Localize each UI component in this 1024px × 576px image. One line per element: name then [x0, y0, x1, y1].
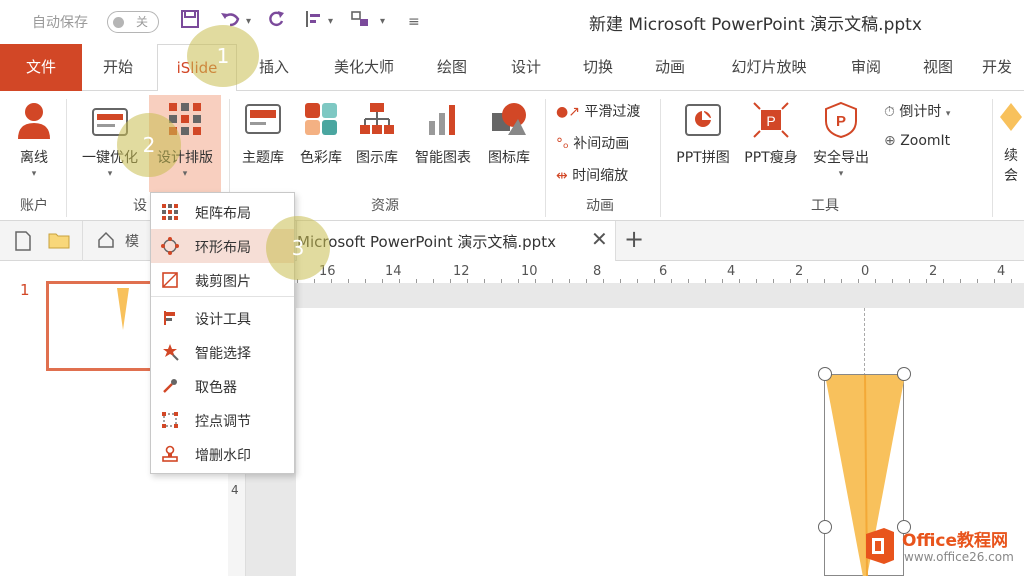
group-label-account: 账户: [20, 198, 48, 214]
magic-wand-icon: [161, 343, 179, 361]
collage-icon: [684, 101, 722, 143]
close-tab-icon[interactable]: ✕: [591, 227, 608, 251]
powerpoint-window: 自动保存 关 ▾ ▾ ▾ ≡ 新建 Microsoft PowerPoint 演…: [0, 0, 1024, 576]
time-scale-button[interactable]: ⇹ 时间缩放: [556, 165, 628, 185]
svg-text:P: P: [766, 113, 775, 129]
svg-text:P: P: [836, 113, 846, 130]
color-library-button[interactable]: 色彩库: [294, 91, 348, 191]
document-title: 新建 Microsoft PowerPoint 演示文稿.pptx: [589, 15, 922, 35]
crop-icon: [161, 271, 179, 289]
group-label-tools: 工具: [811, 198, 839, 214]
title-bar: 自动保存 关 ▾ ▾ ▾ ≡ 新建 Microsoft PowerPoint 演…: [0, 0, 1024, 44]
countdown-button[interactable]: ⏱ 倒计时 ▾: [884, 101, 950, 121]
menu-item-handle-adjust[interactable]: 控点调节: [151, 403, 294, 437]
doc-tab-active[interactable]: Microsoft PowerPoint 演示文稿.pptx ✕: [296, 221, 616, 261]
ppt-collage-button[interactable]: PPT拼图: [670, 91, 736, 191]
customize-qat-icon[interactable]: ≡: [408, 8, 420, 36]
continue-button[interactable]: 续 会: [998, 91, 1024, 191]
safe-export-dropdown-icon: ▾: [838, 169, 844, 179]
safe-export-button[interactable]: P 安全导出 ▾: [806, 91, 876, 191]
tab-animations[interactable]: 动画: [642, 44, 698, 91]
bar-chart-icon: [425, 101, 461, 141]
eyedropper-icon: [161, 377, 179, 395]
autosave-toggle[interactable]: 关: [107, 11, 159, 33]
timer-icon: ⏱: [884, 104, 895, 120]
resize-handle-ml[interactable]: [818, 520, 832, 534]
tab-developer[interactable]: 开发: [982, 44, 1024, 91]
redo-icon[interactable]: [266, 8, 286, 36]
resize-handle-tl[interactable]: [818, 367, 832, 381]
zoomit-button[interactable]: ⊕ ZoomIt: [884, 133, 950, 149]
tab-file[interactable]: 文件: [0, 44, 82, 91]
save-icon[interactable]: [180, 8, 200, 36]
site-watermark: Office教程网 www.office26.com: [860, 520, 1024, 576]
ppt-slim-button[interactable]: P PPT瘦身: [738, 91, 804, 191]
handle-adjust-icon: [161, 411, 179, 429]
horizontal-ruler[interactable]: 16 14 12 10 8 6 4 2 0 2 4: [297, 261, 1024, 283]
menu-item-matrix-layout[interactable]: 矩阵布局: [151, 195, 294, 229]
arrange-dropdown-icon[interactable]: ▾: [380, 8, 385, 36]
menu-item-watermark[interactable]: 增删水印: [151, 437, 294, 471]
step-marker-2: 2: [117, 113, 181, 177]
stamp-icon: [161, 445, 179, 463]
add-tab-icon[interactable]: +: [624, 225, 644, 253]
group-label-design: 设: [133, 198, 147, 214]
theme-library-button[interactable]: 主题库: [236, 91, 290, 191]
resize-handle-tr[interactable]: [897, 367, 911, 381]
tab-home[interactable]: 开始: [88, 44, 148, 91]
warning-icon: [998, 101, 1024, 137]
folder-icon[interactable]: [48, 231, 70, 253]
smart-chart-button[interactable]: 智能图表: [408, 91, 478, 191]
office-logo-icon: [862, 526, 898, 570]
tab-draw[interactable]: 绘图: [424, 44, 480, 91]
menu-item-design-tools[interactable]: 设计工具: [151, 301, 294, 335]
doc-tab-templates[interactable]: 模: [82, 221, 152, 261]
step-marker-3: 3: [266, 216, 330, 280]
align-icon[interactable]: [304, 8, 324, 36]
menu-item-smart-select[interactable]: 智能选择: [151, 335, 294, 369]
smooth-transition-icon: ●↗: [556, 104, 580, 120]
shapes-icon: [490, 101, 528, 141]
countdown-dropdown-icon: ▾: [945, 109, 951, 119]
autosave-label: 自动保存: [32, 15, 88, 31]
home-icon: [97, 231, 115, 253]
ring-icon: [161, 237, 179, 255]
user-icon: [16, 101, 52, 145]
align-dropdown-icon[interactable]: ▾: [328, 8, 333, 36]
shield-icon: P: [824, 101, 858, 143]
tween-icon: °ₒ: [556, 136, 569, 152]
slide-number: 1: [20, 281, 30, 299]
icon-library-button[interactable]: 图标库: [482, 91, 536, 191]
diagram-library-button[interactable]: 图示库: [350, 91, 404, 191]
org-chart-icon: [358, 101, 396, 141]
tab-design[interactable]: 设计: [498, 44, 554, 91]
smooth-transition-button[interactable]: ●↗ 平滑过渡: [556, 101, 640, 121]
step-marker-1: 1: [187, 25, 259, 87]
matrix-icon: [161, 203, 179, 221]
tab-transitions[interactable]: 切换: [570, 44, 626, 91]
group-label-resources: 资源: [371, 198, 399, 214]
offline-button[interactable]: 离线 ▾: [8, 91, 60, 191]
offline-dropdown-icon: ▾: [31, 169, 37, 179]
arrange-icon[interactable]: [350, 8, 372, 36]
tab-slideshow[interactable]: 幻灯片放映: [716, 44, 822, 91]
group-label-animation: 动画: [586, 198, 614, 214]
design-tools-icon: [161, 309, 179, 327]
menu-item-color-picker[interactable]: 取色器: [151, 369, 294, 403]
palette-icon: [303, 101, 339, 141]
tab-view[interactable]: 视图: [910, 44, 966, 91]
time-scale-icon: ⇹: [556, 168, 568, 184]
ribbon-tabs: 文件 开始 iSlide 插入 美化大师 绘图 设计 切换 动画 幻灯片放映 审…: [0, 44, 1024, 92]
tab-review[interactable]: 审阅: [838, 44, 894, 91]
zoom-plus-icon: ⊕: [884, 133, 896, 149]
compress-icon: P: [752, 101, 790, 143]
tween-animation-button[interactable]: °ₒ 补间动画: [556, 133, 629, 153]
tab-beautify[interactable]: 美化大师: [320, 44, 408, 91]
theme-icon: [244, 101, 282, 141]
new-file-icon[interactable]: [14, 231, 32, 255]
